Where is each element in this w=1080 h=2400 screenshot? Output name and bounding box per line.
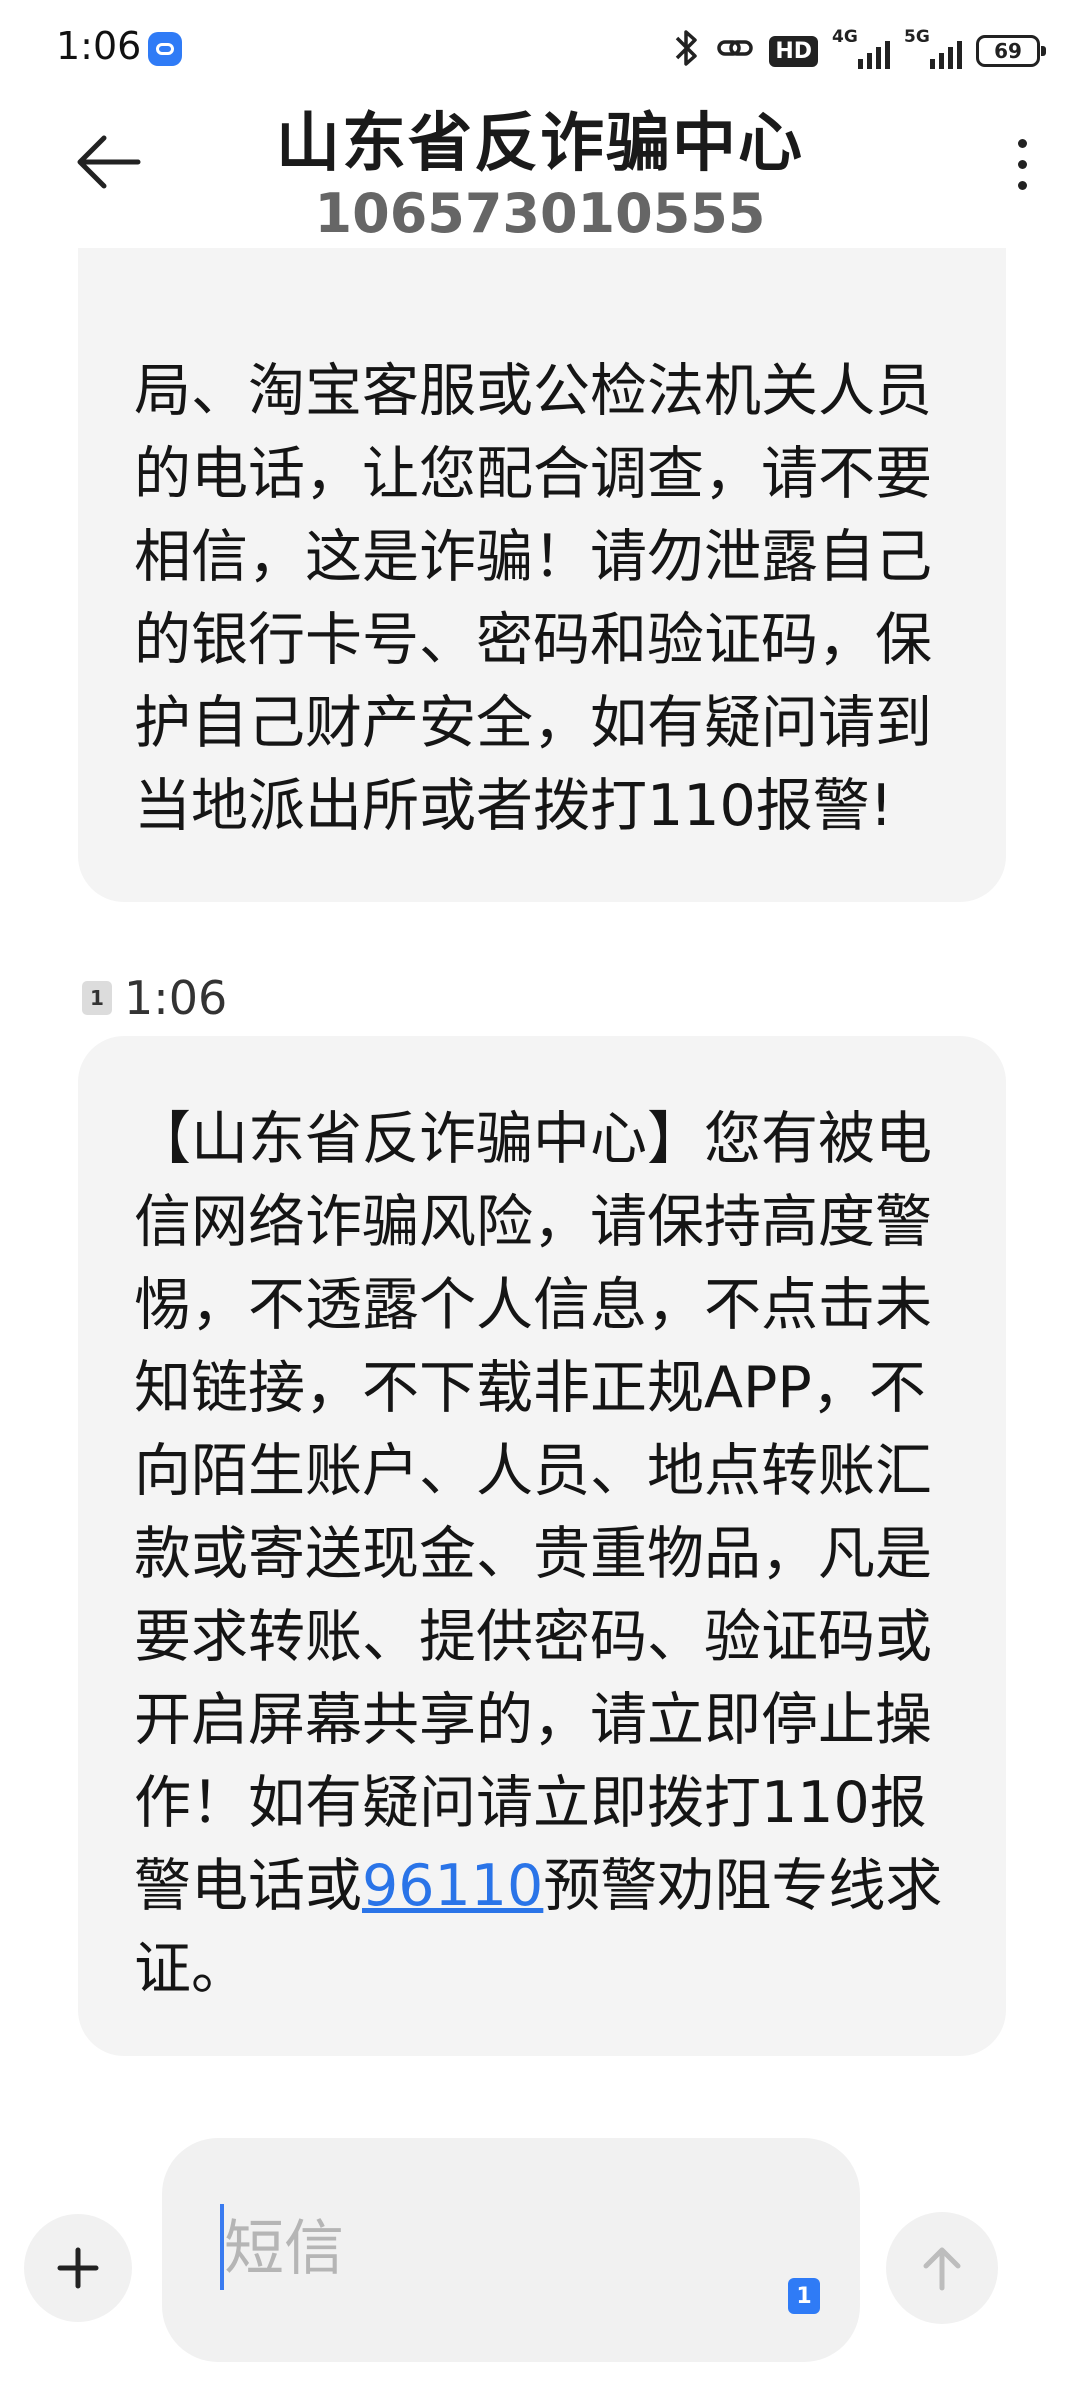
status-bar: 1:06 HD 4G 5G 69 <box>0 0 1080 100</box>
message-time: 1:06 <box>124 971 228 1025</box>
sim-badge: 1 <box>82 981 112 1015</box>
hd-badge: HD <box>769 35 818 67</box>
status-icons: HD 4G 5G 69 <box>671 27 1046 74</box>
conversation-header: 山东省反诈骗中心 106573010555 <box>0 88 1080 248</box>
message-text: 局、淘宝客服或公检法机关人员的电话，让您配合调查，请不要相信，这是诈骗！请勿泄露… <box>134 358 932 839</box>
sim-select-button[interactable]: 1 <box>788 2278 820 2314</box>
app-notification-icon <box>148 32 182 66</box>
message-input[interactable]: 短信 1 <box>162 2138 860 2362</box>
add-attachment-button[interactable] <box>24 2214 132 2322</box>
bluetooth-icon <box>671 28 701 74</box>
status-time: 1:06 <box>56 24 142 68</box>
more-options-button[interactable] <box>1002 124 1042 204</box>
plus-icon <box>57 2247 99 2289</box>
more-vertical-icon <box>1017 138 1027 148</box>
phone-link[interactable]: 96110 <box>362 1853 543 1919</box>
message-text: 【山东省反诈骗中心】您有被电信网络诈骗风险，请保持高度警惕，不透露个人信息，不点… <box>134 1098 950 2011</box>
message-bubble[interactable]: 【山东省反诈骗中心】您有被电信网络诈骗风险，请保持高度警惕，不透露个人信息，不点… <box>78 1036 1006 2056</box>
message-bubble[interactable]: 局、淘宝客服或公检法机关人员的电话，让您配合调查，请不要相信，这是诈骗！请勿泄露… <box>78 150 1006 902</box>
network-type: 4G <box>832 27 858 47</box>
battery-icon: 69 <box>976 35 1046 67</box>
input-placeholder: 短信 <box>224 2214 344 2284</box>
network-type: 5G <box>904 27 930 47</box>
signal-icon: 5G <box>904 27 962 71</box>
message-text-part: 【山东省反诈骗中心】您有被电信网络诈骗风险，请保持高度警惕，不透露个人信息，不点… <box>134 1106 932 1919</box>
message-list[interactable]: 局、淘宝客服或公检法机关人员的电话，让您配合调查，请不要相信，这是诈骗！请勿泄露… <box>0 0 1080 2130</box>
link-icon <box>715 28 755 74</box>
message-meta: 1 1:06 <box>82 968 227 1028</box>
contact-name[interactable]: 山东省反诈骗中心 <box>0 92 1080 184</box>
contact-number[interactable]: 106573010555 <box>0 182 1080 245</box>
send-arrow-icon <box>923 2247 961 2291</box>
signal-icon: 4G <box>832 27 890 71</box>
send-button[interactable] <box>886 2212 998 2324</box>
composer: 短信 1 <box>0 2120 1080 2400</box>
